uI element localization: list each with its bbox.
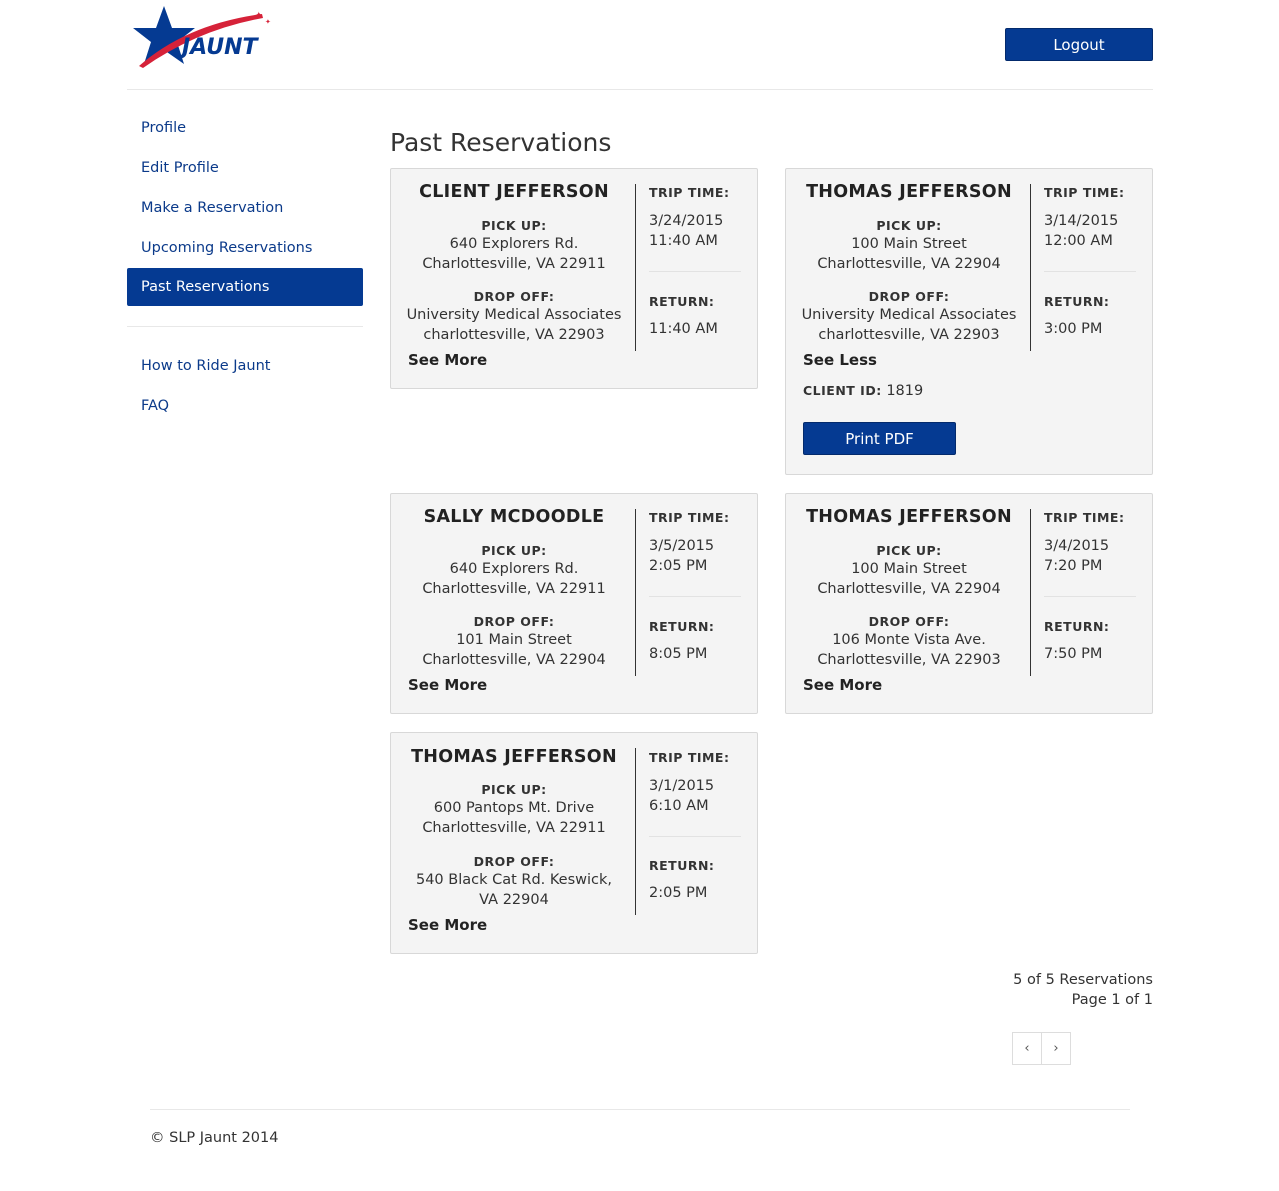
sidebar-divider xyxy=(127,326,363,327)
pickup-address: 640 Explorers Rd. Charlottesville, VA 229… xyxy=(422,561,606,597)
pickup-label: PICK UP: xyxy=(481,782,547,797)
dropoff-address: 106 Monte Vista Ave. Charlottesville, VA … xyxy=(817,632,1001,668)
pickup-address: 640 Explorers Rd. Charlottesville, VA 229… xyxy=(422,236,606,272)
trip-divider xyxy=(649,271,741,272)
next-page-icon[interactable]: › xyxy=(1041,1032,1071,1065)
trip-time-label: TRIP TIME: xyxy=(1044,510,1125,525)
return-value: 8:05 PM xyxy=(649,646,708,662)
header-divider xyxy=(127,89,1153,90)
trip-time-label: TRIP TIME: xyxy=(649,510,730,525)
svg-text:✦: ✦ xyxy=(255,11,263,21)
pickup-address: 100 Main Street Charlottesville, VA 22904 xyxy=(817,561,1001,597)
page-title: Past Reservations xyxy=(390,128,612,157)
see-more-link[interactable]: See More xyxy=(408,351,487,369)
reservation-card: THOMAS JEFFERSON PICK UP: 100 Main Stree… xyxy=(785,493,1153,714)
see-less-link[interactable]: See Less xyxy=(803,351,877,369)
return-label: RETURN: xyxy=(649,294,715,309)
trip-time-value: 3/24/2015 11:40 AM xyxy=(649,213,724,249)
return-value: 11:40 AM xyxy=(649,321,718,337)
sidebar-item-past-reservations[interactable]: Past Reservations xyxy=(127,268,363,306)
card-divider xyxy=(635,748,636,915)
see-more-link[interactable]: See More xyxy=(803,676,882,694)
return-label: RETURN: xyxy=(649,858,715,873)
return-label: RETURN: xyxy=(649,619,715,634)
pagination: ‹ › xyxy=(1012,1032,1071,1065)
dropoff-label: DROP OFF: xyxy=(473,614,555,629)
svg-text:✦: ✦ xyxy=(265,18,271,26)
footer-divider xyxy=(150,1109,1130,1110)
return-value: 2:05 PM xyxy=(649,885,708,901)
reservation-card: THOMAS JEFFERSON PICK UP: 100 Main Stree… xyxy=(785,168,1153,475)
page-indicator: Page 1 of 1 xyxy=(1071,992,1153,1008)
see-more-link[interactable]: See More xyxy=(408,916,487,934)
pickup-label: PICK UP: xyxy=(876,543,942,558)
return-label: RETURN: xyxy=(1044,294,1110,309)
pickup-address: 600 Pantops Mt. Drive Charlottesville, VA… xyxy=(422,800,606,836)
sidebar-nav: Profile Edit Profile Make a Reservation … xyxy=(127,108,363,426)
dropoff-address: University Medical Associates charlottesv… xyxy=(801,307,1017,343)
trip-divider xyxy=(649,596,741,597)
return-value: 7:50 PM xyxy=(1044,646,1103,662)
sidebar-item-make-reservation[interactable]: Make a Reservation xyxy=(127,188,363,228)
card-divider xyxy=(635,509,636,676)
footer-copyright: © SLP Jaunt 2014 xyxy=(150,1130,279,1146)
card-divider xyxy=(635,184,636,351)
card-divider xyxy=(1030,509,1031,676)
dropoff-label: DROP OFF: xyxy=(473,854,555,869)
reservation-count: 5 of 5 Reservations Page 1 of 1 xyxy=(1013,970,1153,1010)
return-label: RETURN: xyxy=(1044,619,1110,634)
passenger-name: SALLY MCDOODLE xyxy=(423,507,605,527)
reservation-card: SALLY MCDOODLE PICK UP: 640 Explorers Rd… xyxy=(390,493,758,714)
logout-button[interactable]: Logout xyxy=(1005,28,1153,61)
return-value: 3:00 PM xyxy=(1044,321,1103,337)
passenger-name: CLIENT JEFFERSON xyxy=(419,182,609,202)
jaunt-logo[interactable]: ✦ ✦ JAUNT xyxy=(127,4,277,70)
trip-time-value: 3/1/2015 6:10 AM xyxy=(649,778,715,814)
sidebar-item-profile[interactable]: Profile xyxy=(127,108,363,148)
dropoff-label: DROP OFF: xyxy=(868,614,950,629)
trip-time-label: TRIP TIME: xyxy=(1044,185,1125,200)
pickup-label: PICK UP: xyxy=(481,218,547,233)
reservation-card: CLIENT JEFFERSON PICK UP: 640 Explorers … xyxy=(390,168,758,389)
trip-time-label: TRIP TIME: xyxy=(649,185,730,200)
client-id: CLIENT ID: 1819 xyxy=(803,383,924,399)
trip-divider xyxy=(1044,271,1136,272)
trip-time-label: TRIP TIME: xyxy=(649,750,730,765)
sidebar-item-edit-profile[interactable]: Edit Profile xyxy=(127,148,363,188)
passenger-name: THOMAS JEFFERSON xyxy=(806,507,1012,527)
sidebar-item-how-to-ride[interactable]: How to Ride Jaunt xyxy=(127,346,363,386)
trip-time-value: 3/14/2015 12:00 AM xyxy=(1044,213,1119,249)
trip-time-value: 3/4/2015 7:20 PM xyxy=(1044,538,1110,574)
sidebar-item-faq[interactable]: FAQ xyxy=(127,386,363,426)
prev-page-icon[interactable]: ‹ xyxy=(1012,1032,1042,1065)
pickup-label: PICK UP: xyxy=(876,218,942,233)
reservation-card: THOMAS JEFFERSON PICK UP: 600 Pantops Mt… xyxy=(390,732,758,954)
trip-divider xyxy=(1044,596,1136,597)
trip-time-value: 3/5/2015 2:05 PM xyxy=(649,538,715,574)
card-divider xyxy=(1030,184,1031,351)
trip-divider xyxy=(649,836,741,837)
dropoff-address: 540 Black Cat Rd. Keswick, VA 22904 xyxy=(415,872,613,908)
dropoff-label: DROP OFF: xyxy=(473,289,555,304)
logo-text: JAUNT xyxy=(178,35,260,60)
pickup-address: 100 Main Street Charlottesville, VA 22904 xyxy=(817,236,1001,272)
reservation-count-text: 5 of 5 Reservations xyxy=(1013,972,1153,988)
passenger-name: THOMAS JEFFERSON xyxy=(411,747,617,767)
pickup-label: PICK UP: xyxy=(481,543,547,558)
dropoff-address: 101 Main Street Charlottesville, VA 22904 xyxy=(422,632,606,668)
sidebar-item-upcoming-reservations[interactable]: Upcoming Reservations xyxy=(127,228,363,268)
see-more-link[interactable]: See More xyxy=(408,676,487,694)
passenger-name: THOMAS JEFFERSON xyxy=(806,182,1012,202)
print-pdf-button[interactable]: Print PDF xyxy=(803,422,956,455)
dropoff-label: DROP OFF: xyxy=(868,289,950,304)
dropoff-address: University Medical Associates charlottesv… xyxy=(406,307,622,343)
